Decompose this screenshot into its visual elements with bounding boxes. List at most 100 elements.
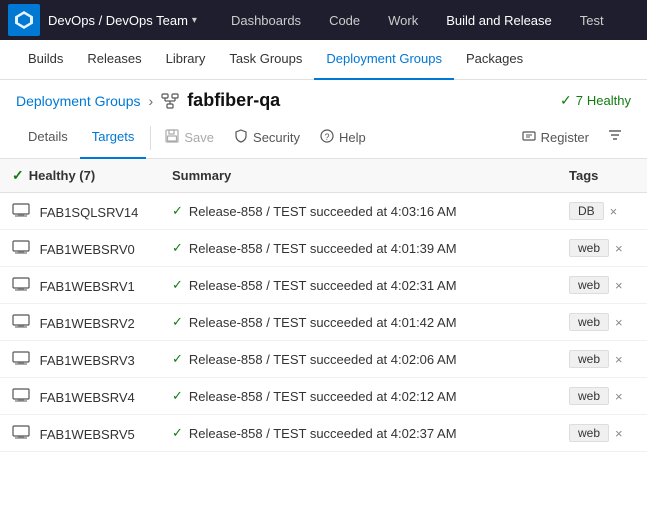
target-tags-cell: web × [557, 341, 647, 378]
save-label: Save [184, 130, 214, 145]
app-logo[interactable] [8, 4, 40, 36]
summary-text: Release-858 / TEST succeeded at 4:02:37 … [189, 426, 457, 441]
help-label: Help [339, 130, 366, 145]
target-name-cell: FAB1WEBSRV3 [0, 341, 160, 378]
summary-text: Release-858 / TEST succeeded at 4:03:16 … [189, 204, 457, 219]
machine-name[interactable]: FAB1WEBSRV5 [40, 427, 135, 442]
subnav-task-groups[interactable]: Task Groups [217, 40, 314, 80]
security-icon [234, 129, 248, 146]
table-row: FAB1SQLSRV14 ✓ Release-858 / TEST succee… [0, 193, 647, 230]
register-label: Register [541, 130, 589, 145]
org-selector[interactable]: DevOps / DevOps Team ▾ [48, 13, 197, 28]
save-button[interactable]: Save [155, 117, 224, 159]
breadcrumb-current: fabfiber-qa [187, 90, 280, 111]
tag-badge[interactable]: web [569, 276, 609, 294]
machine-name[interactable]: FAB1WEBSRV1 [40, 279, 135, 294]
summary-text: Release-858 / TEST succeeded at 4:01:39 … [189, 241, 457, 256]
target-tags-cell: DB × [557, 193, 647, 230]
second-navigation: Builds Releases Library Task Groups Depl… [0, 40, 647, 80]
breadcrumb-separator: › [149, 93, 154, 109]
save-icon [165, 129, 179, 146]
target-summary-cell: ✓ Release-858 / TEST succeeded at 4:03:1… [160, 193, 557, 230]
targets-table: ✓ Healthy (7) Summary Tags FAB1SQLSRV14 … [0, 159, 647, 452]
nav-item-code[interactable]: Code [315, 0, 374, 40]
remove-tag-button[interactable]: × [610, 204, 618, 219]
tag-badge[interactable]: web [569, 387, 609, 405]
machine-icon [12, 351, 30, 365]
target-summary-cell: ✓ Release-858 / TEST succeeded at 4:02:3… [160, 415, 557, 452]
machine-name[interactable]: FAB1WEBSRV3 [40, 353, 135, 368]
summary-text: Release-858 / TEST succeeded at 4:02:06 … [189, 352, 457, 367]
row-check-icon: ✓ [172, 203, 183, 219]
toolbar: Details Targets Save Security ? Help [0, 117, 647, 159]
tab-details[interactable]: Details [16, 117, 80, 159]
machine-icon [12, 314, 30, 328]
machine-icon [12, 240, 30, 254]
summary-text: Release-858 / TEST succeeded at 4:02:12 … [189, 389, 457, 404]
row-check-icon: ✓ [172, 240, 183, 256]
toolbar-right-actions: Register [512, 117, 631, 159]
health-check-icon: ✓ [560, 92, 572, 109]
tab-targets[interactable]: Targets [80, 117, 147, 159]
header-check-icon: ✓ [12, 167, 24, 184]
breadcrumb: Deployment Groups › fabfiber-qa ✓ 7 Heal… [0, 80, 647, 117]
remove-tag-button[interactable]: × [615, 278, 623, 293]
health-label: Healthy [587, 93, 631, 108]
nav-item-dashboards[interactable]: Dashboards [217, 0, 315, 40]
table-row: FAB1WEBSRV4 ✓ Release-858 / TEST succeed… [0, 378, 647, 415]
summary-text: Release-858 / TEST succeeded at 4:02:31 … [189, 278, 457, 293]
remove-tag-button[interactable]: × [615, 389, 623, 404]
row-check-icon: ✓ [172, 388, 183, 404]
nav-item-test[interactable]: Test [566, 0, 618, 40]
subnav-deployment-groups[interactable]: Deployment Groups [314, 40, 454, 80]
target-name-cell: FAB1WEBSRV0 [0, 230, 160, 267]
table-row: FAB1WEBSRV2 ✓ Release-858 / TEST succeed… [0, 304, 647, 341]
table-row: FAB1WEBSRV1 ✓ Release-858 / TEST succeed… [0, 267, 647, 304]
target-tags-cell: web × [557, 415, 647, 452]
table-row: FAB1WEBSRV5 ✓ Release-858 / TEST succeed… [0, 415, 647, 452]
subnav-library[interactable]: Library [154, 40, 218, 80]
nav-item-work[interactable]: Work [374, 0, 432, 40]
org-caret-icon: ▾ [192, 15, 197, 26]
machine-icon [12, 277, 30, 291]
security-button[interactable]: Security [224, 117, 310, 159]
machine-name[interactable]: FAB1SQLSRV14 [40, 205, 139, 220]
machine-name[interactable]: FAB1WEBSRV4 [40, 390, 135, 405]
remove-tag-button[interactable]: × [615, 352, 623, 367]
table-row: FAB1WEBSRV0 ✓ Release-858 / TEST succeed… [0, 230, 647, 267]
filter-button[interactable] [599, 127, 631, 148]
register-button[interactable]: Register [512, 117, 599, 159]
breadcrumb-parent[interactable]: Deployment Groups [16, 93, 141, 109]
row-check-icon: ✓ [172, 314, 183, 330]
remove-tag-button[interactable]: × [615, 426, 623, 441]
target-summary-cell: ✓ Release-858 / TEST succeeded at 4:02:1… [160, 378, 557, 415]
subnav-packages[interactable]: Packages [454, 40, 535, 80]
subnav-builds[interactable]: Builds [16, 40, 75, 80]
machine-name[interactable]: FAB1WEBSRV0 [40, 242, 135, 257]
register-icon [522, 129, 536, 146]
tag-badge[interactable]: web [569, 424, 609, 442]
target-tags-cell: web × [557, 304, 647, 341]
target-name-cell: FAB1WEBSRV2 [0, 304, 160, 341]
remove-tag-button[interactable]: × [615, 315, 623, 330]
column-header-summary: Summary [160, 159, 557, 193]
remove-tag-button[interactable]: × [615, 241, 623, 256]
column-status-label: Healthy (7) [29, 168, 95, 183]
security-label: Security [253, 130, 300, 145]
help-icon: ? [320, 129, 334, 146]
subnav-releases[interactable]: Releases [75, 40, 153, 80]
nav-item-build-release[interactable]: Build and Release [432, 0, 566, 40]
top-navigation: DevOps / DevOps Team ▾ Dashboards Code W… [0, 0, 647, 40]
tag-badge[interactable]: web [569, 313, 609, 331]
tag-badge[interactable]: web [569, 350, 609, 368]
tag-badge[interactable]: web [569, 239, 609, 257]
target-summary-cell: ✓ Release-858 / TEST succeeded at 4:02:3… [160, 267, 557, 304]
target-name-cell: FAB1WEBSRV5 [0, 415, 160, 452]
tag-badge[interactable]: DB [569, 202, 604, 220]
help-button[interactable]: ? Help [310, 117, 376, 159]
table-header-row: ✓ Healthy (7) Summary Tags [0, 159, 647, 193]
table-row: FAB1WEBSRV3 ✓ Release-858 / TEST succeed… [0, 341, 647, 378]
machine-name[interactable]: FAB1WEBSRV2 [40, 316, 135, 331]
svg-text:?: ? [324, 132, 329, 142]
target-summary-cell: ✓ Release-858 / TEST succeeded at 4:02:0… [160, 341, 557, 378]
